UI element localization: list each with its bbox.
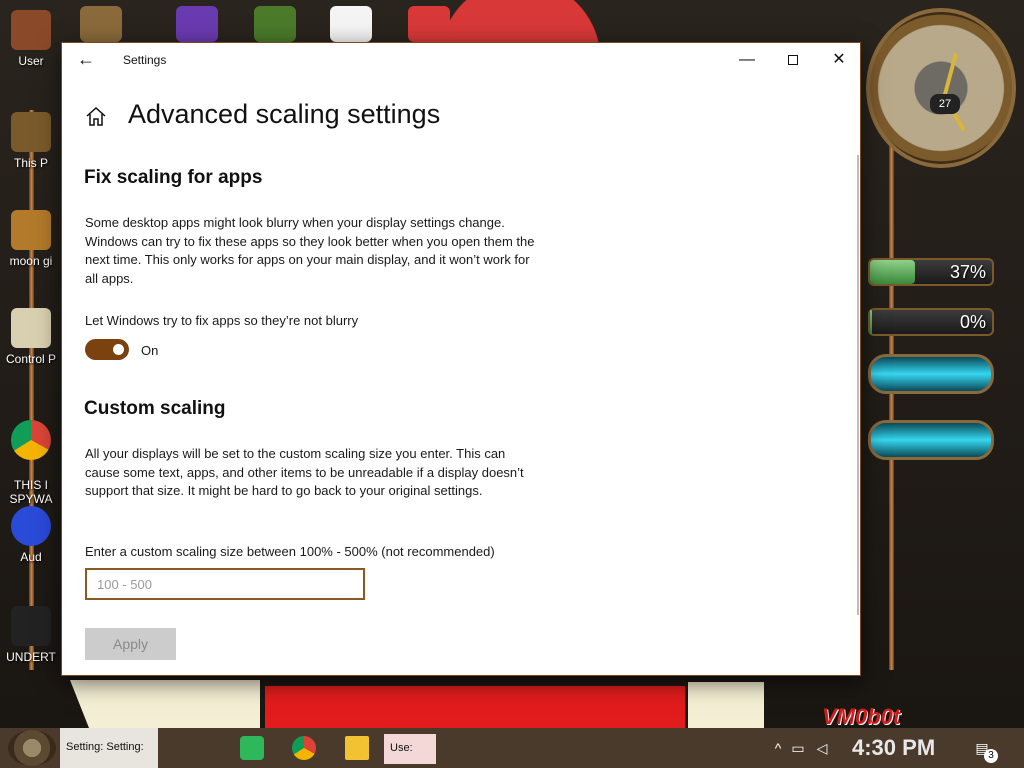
audacity-icon (11, 506, 51, 546)
folder-icon (11, 210, 51, 250)
cpu-gauge: 37% (868, 258, 994, 286)
desktop-icon-label: Control P (5, 352, 57, 366)
cyan-tube-meter (868, 354, 994, 394)
custom-scaling-input[interactable] (85, 568, 365, 600)
steampunk-clock-widget[interactable]: 27 (866, 8, 1016, 168)
wallpaper-panel (70, 680, 260, 728)
lightbulb-icon (11, 308, 51, 348)
custom-scaling-input-label: Enter a custom scaling size between 100%… (85, 544, 495, 559)
desktop-icon-label: THIS I SPYWA (9, 478, 53, 506)
left-copper-rail (29, 110, 34, 670)
volume-muted-icon[interactable]: ◁ (812, 738, 832, 758)
maximize-icon (788, 54, 798, 65)
user-folder-icon (11, 10, 51, 50)
taskbar-item-settings[interactable]: Setting: Setting: (60, 728, 158, 768)
game-icon (11, 606, 51, 646)
desktop-icon-this-pc[interactable]: This P (2, 112, 60, 170)
toggle-state-label: On (141, 343, 159, 358)
desktop-icon-control-panel[interactable]: Control P (2, 308, 60, 366)
fix-scaling-heading: Fix scaling for apps (84, 167, 263, 188)
fix-scaling-toggle[interactable] (85, 339, 129, 360)
home-icon[interactable] (84, 105, 108, 129)
ram-gauge-fill (870, 310, 873, 334)
custom-scaling-heading: Custom scaling (84, 398, 226, 419)
wallpaper-brand-tag: VM0b0t (822, 704, 901, 728)
settings-window: ← Settings — ✕ Advanced scaling settings… (61, 42, 861, 676)
arrow-left-icon: ← (77, 49, 95, 69)
fix-scaling-description: Some desktop apps might look blurry when… (85, 215, 535, 286)
chevron-up-icon[interactable]: ^ (768, 738, 788, 758)
desktop-icon-label: UNDERT (6, 650, 56, 664)
window-title: Settings (123, 53, 167, 67)
desktop-icon-undertale[interactable]: UNDERT (2, 606, 60, 664)
network-icon[interactable]: ▭ (788, 738, 808, 758)
minecraft-icon[interactable] (254, 6, 296, 42)
taskbar-item-user[interactable]: Use: (384, 734, 436, 764)
taskbar-item-label: Use: (390, 742, 413, 754)
desktop-icon-moon-gi[interactable]: moon gi (2, 210, 60, 268)
desktop-icon-label: User (18, 54, 44, 68)
clock-day-label: 27 (930, 94, 960, 114)
clock-time[interactable]: 4:30 PM (852, 735, 935, 761)
start-button[interactable] (8, 730, 56, 766)
ram-gauge: 0% (868, 308, 994, 336)
minimize-icon: — (739, 51, 755, 68)
desktop-icon-chrome[interactable]: THIS I SPYWA (2, 406, 60, 506)
back-button[interactable]: ← (72, 49, 100, 71)
cyan-tube-meter (868, 420, 994, 460)
wallpaper-red-floor (265, 686, 685, 728)
desktop-icon-label: Aud (20, 550, 42, 564)
clock-hour-hand (942, 53, 958, 99)
cpu-gauge-value: 37% (949, 262, 986, 282)
desktop-icon-user[interactable]: User (2, 10, 60, 68)
apply-button[interactable]: Apply (85, 628, 176, 660)
title-bar[interactable]: ← Settings — ✕ (62, 43, 860, 77)
close-icon: ✕ (832, 51, 846, 68)
paint-app-icon[interactable] (408, 6, 450, 42)
visual-studio-icon[interactable] (176, 6, 218, 42)
toggle-knob (113, 344, 124, 355)
custom-scaling-description: All your displays will be set to the cus… (85, 446, 524, 498)
minimize-button[interactable]: — (724, 43, 770, 77)
close-button[interactable]: ✕ (816, 43, 862, 77)
swf-file-icon[interactable] (330, 6, 372, 42)
maximize-button[interactable] (770, 43, 816, 77)
chrome-icon[interactable] (292, 736, 316, 760)
file-explorer-icon[interactable] (345, 736, 369, 760)
chrome-icon (11, 420, 51, 460)
desktop-icon-label: This P (13, 156, 48, 170)
page-title: Advanced scaling settings (128, 99, 441, 129)
notes-app-icon[interactable] (240, 736, 264, 760)
computer-icon (11, 112, 51, 152)
notification-count-badge: 3 (984, 749, 998, 763)
desktop-icon-label: moon gi (9, 254, 53, 268)
taskbar-item-label: Setting: Setting: (66, 741, 144, 753)
desktop-icon-audacity[interactable]: Aud (2, 506, 60, 564)
taskbar: Setting: Setting: Use: ^ ▭ ◁ 4:30 PM ▤ 3 (0, 728, 1024, 768)
ram-gauge-value: 0% (959, 312, 986, 332)
fix-scaling-toggle-label: Let Windows try to fix apps so they’re n… (85, 313, 359, 328)
cpu-gauge-fill (870, 260, 916, 284)
gears-app-icon[interactable] (80, 6, 122, 42)
scrollbar[interactable] (857, 155, 859, 615)
wallpaper-panel (688, 682, 764, 728)
